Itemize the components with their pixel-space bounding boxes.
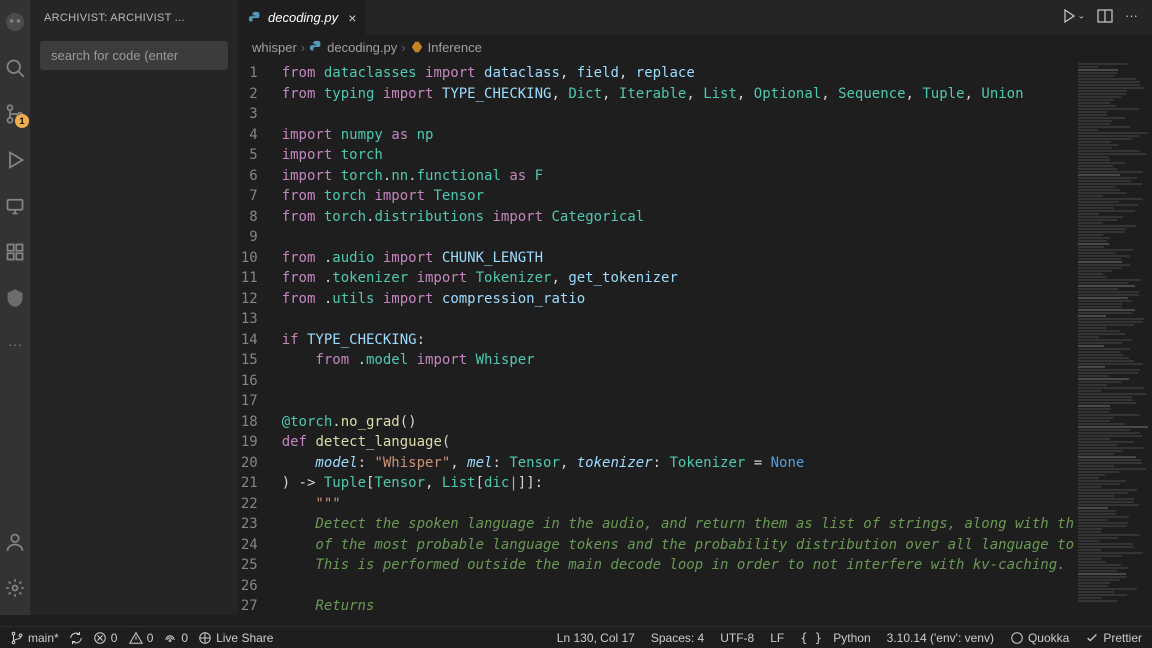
- python-interpreter-status[interactable]: 3.10.14 ('env': venv): [887, 631, 994, 645]
- eol-status[interactable]: LF: [770, 631, 784, 645]
- code-content[interactable]: from dataclasses import dataclass, field…: [272, 59, 1074, 615]
- accounts-icon[interactable]: [3, 530, 27, 554]
- breadcrumb[interactable]: whisper › decoding.py › Inference: [238, 35, 1152, 59]
- sidebar-title: ARCHIVIST: ARCHIVIST ...: [30, 0, 238, 35]
- ports-status[interactable]: 0: [163, 631, 188, 645]
- tab-bar: decoding.py × ⌄ ···: [238, 0, 1152, 35]
- more-icon[interactable]: ···: [3, 332, 27, 356]
- close-tab-icon[interactable]: ×: [348, 10, 356, 26]
- prettier-status[interactable]: Prettier: [1085, 631, 1142, 645]
- symbol-class-icon: [410, 40, 424, 54]
- settings-gear-icon[interactable]: [3, 576, 27, 600]
- source-control-icon[interactable]: 1: [3, 102, 27, 126]
- activity-bar: 1 ···: [0, 0, 30, 615]
- extensions-icon[interactable]: [3, 240, 27, 264]
- remote-explorer-icon[interactable]: [3, 194, 27, 218]
- code-editor[interactable]: 1234567891011121314151617181920212223242…: [238, 59, 1152, 615]
- archivist-icon[interactable]: [3, 286, 27, 310]
- line-number-gutter: 1234567891011121314151617181920212223242…: [238, 59, 272, 615]
- language-mode-status[interactable]: { } Python: [800, 631, 870, 645]
- live-share-status[interactable]: Live Share: [198, 631, 273, 645]
- notification-badge: 1: [15, 114, 29, 128]
- editor-area: decoding.py × ⌄ ··· whisper › decoding.p…: [238, 0, 1152, 615]
- python-file-icon: [248, 11, 262, 25]
- breadcrumb-segment[interactable]: Inference: [428, 40, 482, 55]
- run-debug-icon[interactable]: [3, 148, 27, 172]
- more-actions-icon[interactable]: ···: [1125, 8, 1138, 27]
- sync-status[interactable]: [69, 631, 83, 645]
- python-file-icon: [309, 40, 323, 54]
- status-bar: main* 0 0 0 Live Share Ln 130, Col 17 Sp…: [0, 626, 1152, 648]
- tab-decoding-py[interactable]: decoding.py ×: [238, 0, 367, 35]
- code-search-input[interactable]: search for code (enter: [40, 41, 228, 70]
- search-icon[interactable]: [3, 56, 27, 80]
- git-branch-status[interactable]: main*: [10, 631, 59, 645]
- copilot-icon[interactable]: [3, 10, 27, 34]
- chevron-right-icon: ›: [301, 40, 305, 55]
- breadcrumb-segment[interactable]: whisper: [252, 40, 297, 55]
- chevron-right-icon: ›: [401, 40, 405, 55]
- minimap[interactable]: [1074, 59, 1152, 615]
- indentation-status[interactable]: Spaces: 4: [651, 631, 704, 645]
- split-editor-icon[interactable]: [1097, 8, 1113, 27]
- quokka-status[interactable]: Quokka: [1010, 631, 1069, 645]
- cursor-position-status[interactable]: Ln 130, Col 17: [557, 631, 635, 645]
- editor-actions: ⌄ ···: [1061, 8, 1152, 27]
- run-file-icon[interactable]: ⌄: [1061, 8, 1085, 27]
- problems-status[interactable]: 0 0: [93, 631, 154, 645]
- breadcrumb-segment[interactable]: decoding.py: [327, 40, 397, 55]
- tab-label: decoding.py: [268, 10, 338, 25]
- sidebar-panel: ARCHIVIST: ARCHIVIST ... search for code…: [30, 0, 238, 615]
- encoding-status[interactable]: UTF-8: [720, 631, 754, 645]
